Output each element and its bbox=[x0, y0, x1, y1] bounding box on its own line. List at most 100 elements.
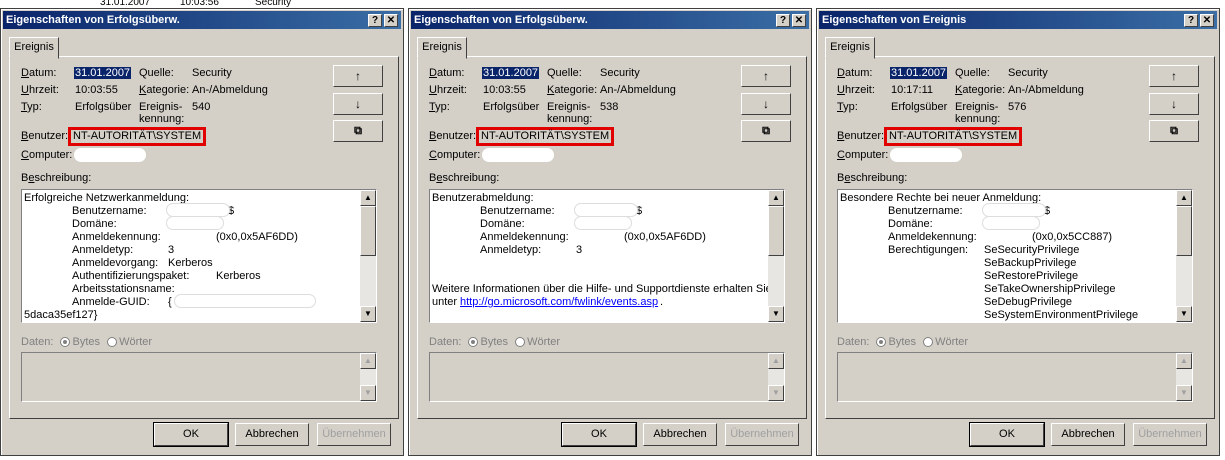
apply-button[interactable]: Übernehmen bbox=[725, 423, 799, 446]
data-box[interactable]: ▲ ▼ bbox=[837, 352, 1193, 402]
data-scroll-down-icon[interactable]: ▼ bbox=[1176, 385, 1192, 401]
close-icon[interactable]: ✕ bbox=[1200, 14, 1214, 27]
bytes-radio[interactable] bbox=[468, 337, 479, 347]
previous-event-button[interactable]: ↑ bbox=[333, 65, 383, 87]
description-line: SeDebugPrivilege bbox=[984, 296, 1073, 308]
link-suffix: . bbox=[660, 296, 664, 308]
next-event-button[interactable]: ↓ bbox=[333, 93, 383, 115]
event-properties-dialog: Eigenschaften von Ereignis ? ✕ Ereignis … bbox=[816, 8, 1220, 456]
quelle-label: Quelle: bbox=[139, 67, 174, 79]
datum-value: 31.01.2007 bbox=[74, 67, 132, 79]
scroll-up-icon[interactable]: ▲ bbox=[360, 190, 376, 206]
kategorie-label: Kategorie: bbox=[547, 84, 598, 96]
previous-event-button[interactable]: ↑ bbox=[1149, 65, 1199, 87]
description-line: Benutzername: bbox=[480, 205, 555, 217]
cancel-button[interactable]: Abbrechen bbox=[235, 423, 309, 446]
apply-button[interactable]: Übernehmen bbox=[317, 423, 391, 446]
next-event-button[interactable]: ↓ bbox=[741, 93, 791, 115]
description-line: Anmeldekennung: bbox=[480, 231, 569, 243]
scroll-thumb[interactable] bbox=[1176, 206, 1192, 256]
dialog-title: Eigenschaften von Erfolgsüberw. bbox=[414, 14, 588, 26]
redacted-computer bbox=[74, 148, 146, 162]
help-icon[interactable]: ? bbox=[776, 14, 790, 27]
description-line: Benutzerabmeldung: bbox=[432, 192, 534, 204]
scroll-down-icon[interactable]: ▼ bbox=[768, 306, 784, 322]
dialog-titlebar[interactable]: Eigenschaften von Ereignis ? ✕ bbox=[819, 11, 1217, 29]
data-scroll-up-icon[interactable]: ▲ bbox=[768, 353, 784, 369]
description-scrollbar[interactable]: ▲ ▼ bbox=[768, 190, 784, 322]
ereignis-label-2: kennung: bbox=[139, 113, 185, 125]
description-scrollbar[interactable]: ▲ ▼ bbox=[360, 190, 376, 322]
ereignis-label-2: kennung: bbox=[547, 113, 593, 125]
ereignis-id-value: 576 bbox=[1008, 101, 1027, 113]
datum-label: Datum: bbox=[429, 67, 465, 79]
description-line: Anmelde-GUID: bbox=[72, 296, 150, 308]
description-line: 3 bbox=[168, 244, 175, 256]
copy-icon[interactable]: ⧉ bbox=[741, 120, 791, 142]
woerter-radio[interactable] bbox=[923, 337, 934, 347]
description-line: SeTakeOwnershipPrivilege bbox=[984, 283, 1116, 295]
data-scrollbar[interactable]: ▲ ▼ bbox=[768, 353, 784, 401]
copy-icon[interactable]: ⧉ bbox=[333, 120, 383, 142]
data-scroll-up-icon[interactable]: ▲ bbox=[360, 353, 376, 369]
quelle-label: Quelle: bbox=[955, 67, 990, 79]
cancel-button[interactable]: Abbrechen bbox=[643, 423, 717, 446]
data-scroll-down-icon[interactable]: ▼ bbox=[360, 385, 376, 401]
scroll-up-icon[interactable]: ▲ bbox=[768, 190, 784, 206]
kategorie-value: An-/Abmeldung bbox=[1008, 84, 1084, 96]
close-icon[interactable]: ✕ bbox=[792, 14, 806, 27]
description-line: SeRestorePrivilege bbox=[984, 270, 1079, 282]
data-scroll-down-icon[interactable]: ▼ bbox=[768, 385, 784, 401]
ok-button[interactable]: OK bbox=[153, 422, 229, 447]
data-box[interactable]: ▲ ▼ bbox=[429, 352, 785, 402]
typ-label: Typ: bbox=[21, 101, 42, 113]
tab-ereignis[interactable]: Ereignis bbox=[9, 37, 59, 59]
help-link[interactable]: http://go.microsoft.com/fwlink/events.as… bbox=[460, 296, 658, 308]
ereignis-label-1: Ereignis- bbox=[139, 101, 183, 113]
description-line: Erfolgreiche Netzwerkanmeldung: bbox=[24, 192, 190, 204]
close-icon[interactable]: ✕ bbox=[384, 14, 398, 27]
description-line: Anmeldekennung: bbox=[888, 231, 977, 243]
ok-button[interactable]: OK bbox=[969, 422, 1045, 447]
redacted-field bbox=[174, 294, 316, 308]
tab-ereignis[interactable]: Ereignis bbox=[825, 37, 875, 59]
typ-label: Typ: bbox=[837, 101, 858, 113]
data-scroll-up-icon[interactable]: ▲ bbox=[1176, 353, 1192, 369]
scroll-down-icon[interactable]: ▼ bbox=[360, 306, 376, 322]
data-scrollbar[interactable]: ▲ ▼ bbox=[360, 353, 376, 401]
woerter-radio[interactable] bbox=[107, 337, 118, 347]
description-line: Authentifizierungspaket: bbox=[72, 270, 190, 282]
ereignis-id-value: 540 bbox=[192, 101, 211, 113]
scroll-down-icon[interactable]: ▼ bbox=[1176, 306, 1192, 322]
woerter-radio[interactable] bbox=[515, 337, 526, 347]
scroll-thumb[interactable] bbox=[768, 206, 784, 256]
ok-button[interactable]: OK bbox=[561, 422, 637, 447]
description-box[interactable]: Erfolgreiche Netzwerkanmeldung: Benutzern… bbox=[21, 189, 377, 323]
daten-label: Daten: bbox=[429, 336, 462, 348]
bytes-label: Bytes bbox=[480, 336, 508, 348]
description-box[interactable]: Benutzerabmeldung: Benutzername: $ Domäne: A… bbox=[429, 189, 785, 323]
next-event-button[interactable]: ↓ bbox=[1149, 93, 1199, 115]
dialog-titlebar[interactable]: Eigenschaften von Erfolgsüberw. ? ✕ bbox=[3, 11, 401, 29]
dialog-titlebar[interactable]: Eigenschaften von Erfolgsüberw. ? ✕ bbox=[411, 11, 809, 29]
scroll-up-icon[interactable]: ▲ bbox=[1176, 190, 1192, 206]
redacted-field bbox=[166, 216, 224, 230]
benutzer-label: Benutzer: bbox=[21, 130, 69, 142]
data-box[interactable]: ▲ ▼ bbox=[21, 352, 377, 402]
previous-event-button[interactable]: ↑ bbox=[741, 65, 791, 87]
benutzer-label: Benutzer: bbox=[837, 130, 885, 142]
tab-ereignis[interactable]: Ereignis bbox=[417, 37, 467, 59]
redacted-field bbox=[982, 203, 1046, 217]
bytes-radio[interactable] bbox=[60, 337, 71, 347]
help-icon[interactable]: ? bbox=[1184, 14, 1198, 27]
description-scrollbar[interactable]: ▲ ▼ bbox=[1176, 190, 1192, 322]
help-icon[interactable]: ? bbox=[368, 14, 382, 27]
copy-icon[interactable]: ⧉ bbox=[1149, 120, 1199, 142]
cancel-button[interactable]: Abbrechen bbox=[1051, 423, 1125, 446]
quelle-value: Security bbox=[192, 67, 232, 79]
data-scrollbar[interactable]: ▲ ▼ bbox=[1176, 353, 1192, 401]
scroll-thumb[interactable] bbox=[360, 206, 376, 256]
bytes-radio[interactable] bbox=[876, 337, 887, 347]
description-box[interactable]: Besondere Rechte bei neuer Anmeldung: Ben… bbox=[837, 189, 1193, 323]
apply-button[interactable]: Übernehmen bbox=[1133, 423, 1207, 446]
